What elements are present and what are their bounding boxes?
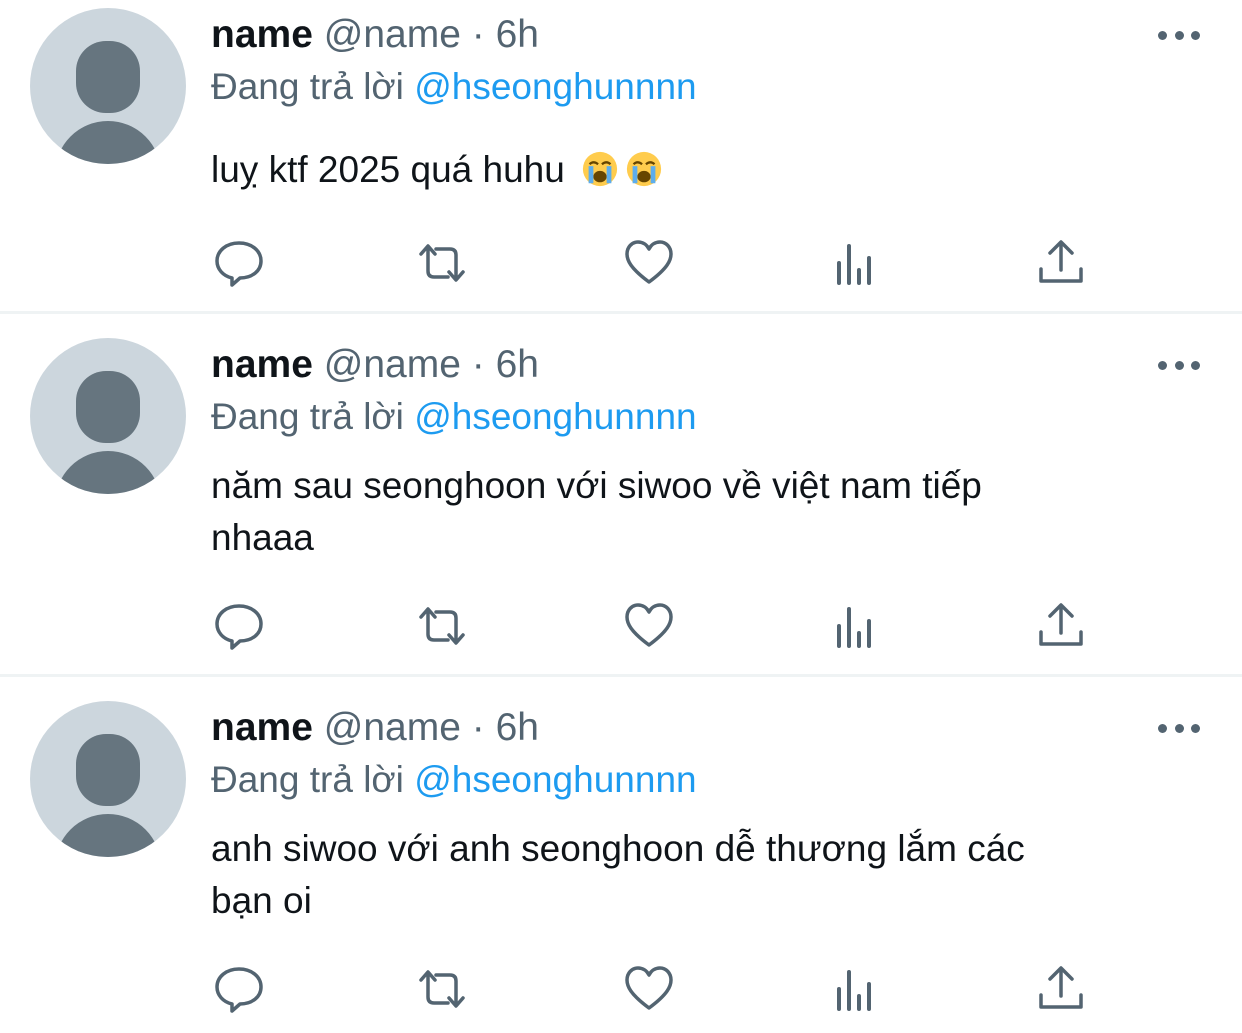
like-icon bbox=[625, 966, 673, 1010]
avatar-body bbox=[55, 121, 161, 164]
reply-context: Đang trả lời @hseonghunnnn bbox=[211, 64, 697, 110]
tweet-text: năm sau seonghoon với siwoo về việt nam … bbox=[211, 460, 1201, 564]
avatar-body bbox=[55, 451, 161, 494]
more-icon[interactable] bbox=[1158, 25, 1200, 45]
like-icon bbox=[625, 603, 673, 647]
separator: · bbox=[471, 706, 485, 749]
share-button[interactable] bbox=[1034, 238, 1088, 288]
tweet-text-line: bạn oi bbox=[211, 880, 312, 921]
avatar-head bbox=[76, 734, 140, 806]
tweet-text-line: nhaaa bbox=[211, 517, 314, 558]
tweet-text: anh siwoo với anh seonghoon dễ thương lắ… bbox=[211, 823, 1201, 927]
tweet-actions bbox=[0, 238, 1242, 288]
tweet-text-line: anh siwoo với anh seonghoon dễ thương lắ… bbox=[211, 828, 1025, 869]
share-button[interactable] bbox=[1034, 601, 1088, 651]
reply-mention-link[interactable]: @hseonghunnnn bbox=[414, 66, 696, 107]
display-name[interactable]: name bbox=[211, 343, 313, 386]
tweet-actions bbox=[0, 601, 1242, 651]
avatar-body bbox=[55, 814, 161, 857]
reply-mention-link[interactable]: @hseonghunnnn bbox=[414, 396, 696, 437]
reply-button[interactable] bbox=[212, 964, 266, 1014]
like-button[interactable] bbox=[622, 964, 676, 1014]
share-icon bbox=[1039, 240, 1083, 283]
reply-prefix: Đang trả lời bbox=[211, 759, 404, 800]
views-button[interactable] bbox=[829, 238, 883, 288]
retweet-icon bbox=[419, 244, 465, 282]
views-icon bbox=[837, 244, 871, 285]
timestamp[interactable]: 6h bbox=[496, 13, 539, 56]
avatar[interactable] bbox=[30, 701, 186, 857]
reply-prefix: Đang trả lời bbox=[211, 66, 404, 107]
retweet-button[interactable] bbox=[415, 964, 469, 1014]
separator: · bbox=[471, 13, 485, 56]
avatar-head bbox=[76, 41, 140, 113]
like-icon bbox=[625, 240, 673, 284]
tweet-3[interactable]: name @name · 6h Đang trả lời @hseonghunn… bbox=[0, 677, 1242, 1033]
handle[interactable]: @name bbox=[324, 706, 461, 749]
more-icon[interactable] bbox=[1158, 355, 1200, 375]
retweet-button[interactable] bbox=[415, 601, 469, 651]
tweet-header: name @name · 6h bbox=[211, 705, 539, 751]
avatar-head bbox=[76, 371, 140, 443]
handle[interactable]: @name bbox=[324, 13, 461, 56]
display-name[interactable]: name bbox=[211, 706, 313, 749]
avatar[interactable] bbox=[30, 8, 186, 164]
reply-context: Đang trả lời @hseonghunnnn bbox=[211, 394, 697, 440]
reply-icon bbox=[215, 604, 263, 650]
views-icon bbox=[837, 607, 871, 648]
reply-context: Đang trả lời @hseonghunnnn bbox=[211, 757, 697, 803]
reply-prefix: Đang trả lời bbox=[211, 396, 404, 437]
more-icon[interactable] bbox=[1158, 718, 1200, 738]
reply-mention-link[interactable]: @hseonghunnnn bbox=[414, 759, 696, 800]
retweet-icon bbox=[419, 970, 465, 1008]
tweet-2[interactable]: name @name · 6h Đang trả lời @hseonghunn… bbox=[0, 314, 1242, 674]
reply-icon bbox=[215, 241, 263, 287]
reply-button[interactable] bbox=[212, 238, 266, 288]
like-button[interactable] bbox=[622, 238, 676, 288]
retweet-button[interactable] bbox=[415, 238, 469, 288]
tweet-text-content: luỵ ktf 2025 quá huhu bbox=[211, 149, 565, 190]
tweet-text: luỵ ktf 2025 quá huhu bbox=[211, 144, 1201, 196]
views-button[interactable] bbox=[829, 601, 883, 651]
tweet-header: name @name · 6h bbox=[211, 12, 539, 58]
handle[interactable]: @name bbox=[324, 343, 461, 386]
tweet-header: name @name · 6h bbox=[211, 342, 539, 388]
loudly-crying-face-icon bbox=[583, 151, 618, 187]
share-icon bbox=[1039, 603, 1083, 646]
like-button[interactable] bbox=[622, 601, 676, 651]
loudly-crying-face-icon bbox=[627, 151, 662, 187]
avatar[interactable] bbox=[30, 338, 186, 494]
reply-button[interactable] bbox=[212, 601, 266, 651]
separator: · bbox=[471, 343, 485, 386]
tweet-1[interactable]: name @name · 6h Đang trả lời @hseonghunn… bbox=[0, 0, 1242, 311]
display-name[interactable]: name bbox=[211, 13, 313, 56]
reply-icon bbox=[215, 967, 263, 1013]
share-icon bbox=[1039, 966, 1083, 1009]
tweet-text-line: năm sau seonghoon với siwoo về việt nam … bbox=[211, 465, 982, 506]
timestamp[interactable]: 6h bbox=[496, 706, 539, 749]
views-icon bbox=[837, 970, 871, 1011]
share-button[interactable] bbox=[1034, 964, 1088, 1014]
retweet-icon bbox=[419, 607, 465, 645]
tweet-actions bbox=[0, 964, 1242, 1014]
views-button[interactable] bbox=[829, 964, 883, 1014]
timestamp[interactable]: 6h bbox=[496, 343, 539, 386]
